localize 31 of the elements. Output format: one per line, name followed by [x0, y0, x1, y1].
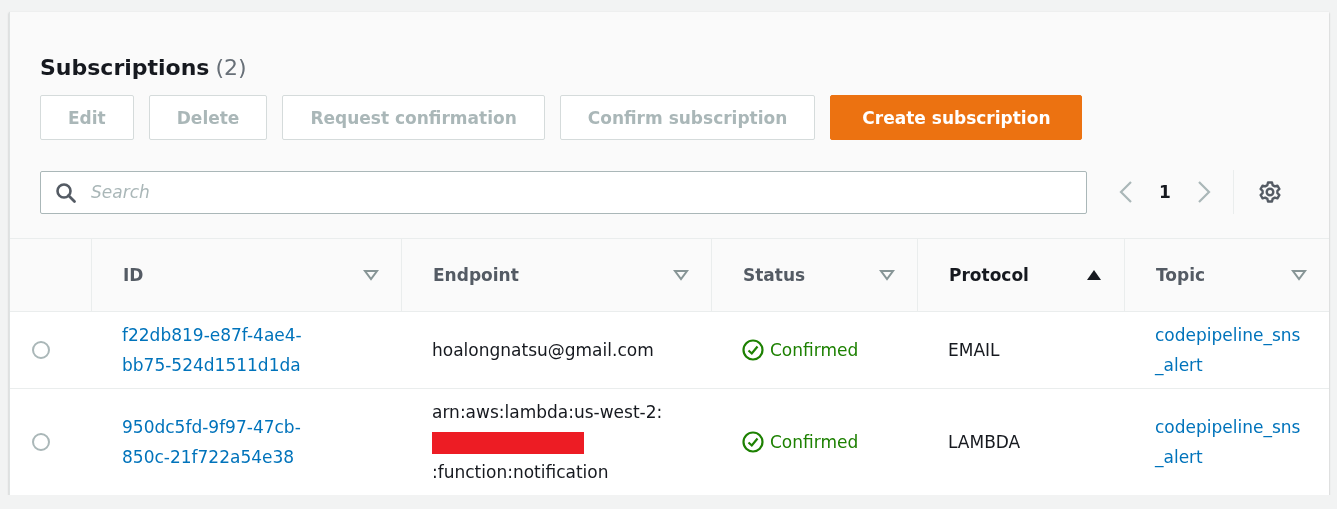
status-text: Confirmed	[770, 431, 859, 454]
column-header[interactable]: Topic	[1156, 265, 1206, 285]
topic-link[interactable]: codepipeline_sns_alert	[1155, 412, 1305, 472]
column-header[interactable]: ID	[123, 265, 144, 285]
radio-button[interactable]	[31, 433, 50, 451]
settings-icon[interactable]	[1257, 180, 1282, 204]
endpoint-text: hoalongnatsu@gmail.com	[432, 339, 654, 362]
create-button[interactable]: Create subscription	[830, 95, 1083, 140]
panel-title: Subscriptions	[40, 55, 210, 80]
sort-icon[interactable]	[1291, 269, 1307, 281]
sort-icon[interactable]	[673, 269, 689, 281]
previous-page-icon[interactable]	[1119, 180, 1133, 204]
page-number[interactable]: 1	[1159, 182, 1171, 202]
status-text: Confirmed	[770, 339, 859, 362]
sort-icon[interactable]	[363, 269, 379, 281]
search-field[interactable]: Search	[40, 170, 1087, 214]
column-header[interactable]: Protocol	[949, 265, 1029, 285]
subscription-link[interactable]: 950dc5fd-9f97-47cb-850c-21f722a54e38	[122, 412, 337, 472]
search-icon	[55, 181, 77, 204]
protocol-text: LAMBDA	[948, 431, 1021, 454]
column-header[interactable]: Endpoint	[433, 265, 519, 285]
radio-button[interactable]	[31, 341, 50, 359]
sort-ascending-icon[interactable]	[1086, 269, 1102, 281]
topic-link[interactable]: codepipeline_sns_alert	[1155, 320, 1305, 380]
column-header[interactable]: Status	[743, 265, 806, 285]
subscription-link[interactable]: f22db819-e87f-4ae4-bb75-524d1511d1da	[122, 320, 337, 380]
sort-icon[interactable]	[879, 269, 895, 281]
protocol-text: EMAIL	[948, 339, 1000, 362]
item-count: (2)	[215, 55, 247, 80]
next-page-icon[interactable]	[1196, 180, 1211, 204]
endpoint-text: arn:aws:lambda:us-west-2: :function:notification	[432, 401, 664, 484]
